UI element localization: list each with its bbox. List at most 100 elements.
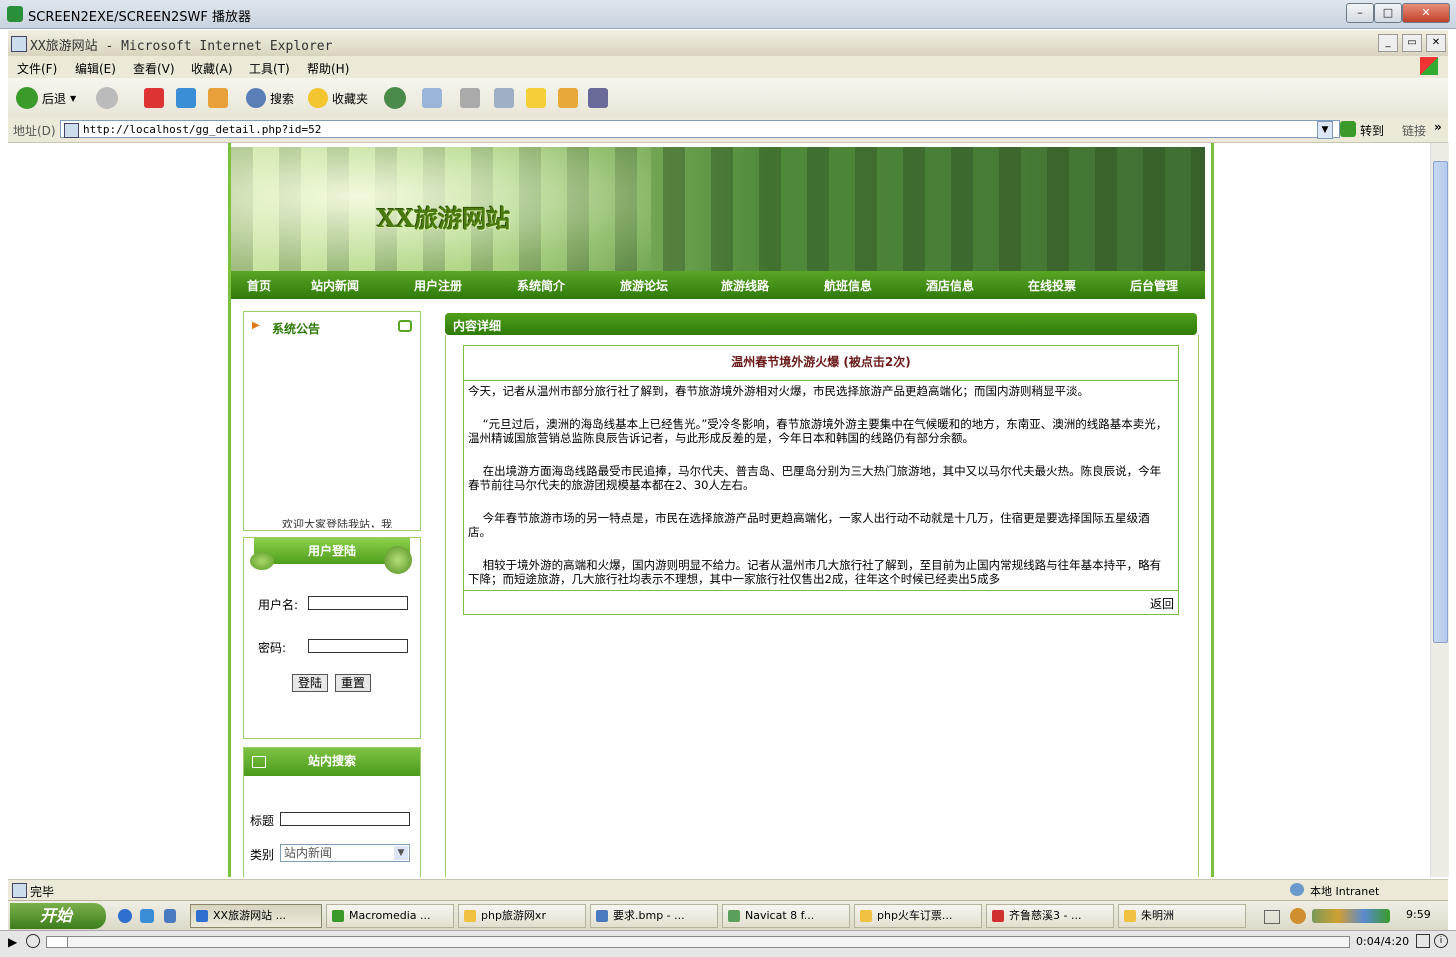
nav-news[interactable]: 站内新闻 xyxy=(311,277,359,294)
task-ie[interactable]: XX旅游网站 ... xyxy=(190,904,322,928)
menu-favorites[interactable]: 收藏(A) xyxy=(191,60,233,77)
menu-tools[interactable]: 工具(T) xyxy=(249,60,290,77)
search-button[interactable]: 搜索 xyxy=(246,86,294,110)
nav-flights[interactable]: 航班信息 xyxy=(824,277,872,294)
search-title-label: 标题 xyxy=(250,814,275,828)
category-select[interactable]: 站内新闻 ▼ xyxy=(280,844,410,862)
task-bmp[interactable]: 要求.bmp - ... xyxy=(590,904,718,928)
progress-fill xyxy=(47,937,68,947)
article-paragraph: 在出境游方面海岛线路最受市民追捧，马尔代夫、普吉岛、巴厘岛分别为三大热门旅游地，… xyxy=(468,464,1162,492)
print-icon xyxy=(460,88,480,108)
search-title-input[interactable] xyxy=(280,812,410,826)
discuss-button[interactable] xyxy=(526,86,546,110)
desktop-quicklaunch-icon[interactable] xyxy=(140,909,154,923)
menu-file[interactable]: 文件(F) xyxy=(17,60,57,77)
book-icon xyxy=(558,88,578,108)
go-button[interactable]: 转到 xyxy=(1360,122,1384,139)
task-folder-train[interactable]: php火车订票... xyxy=(854,904,982,928)
notice-heading: 系统公告 xyxy=(272,322,321,336)
windows-logo-icon xyxy=(1420,57,1438,75)
go-arrow-icon[interactable] xyxy=(1340,121,1356,137)
site-container: XX旅游网站 首页 站内新闻 用户注册 系统简介 旅游论坛 旅游线路 航班信息 … xyxy=(228,143,1214,877)
refresh-icon xyxy=(176,88,196,108)
play-icon[interactable]: ▶ xyxy=(8,935,17,949)
messenger-icon xyxy=(588,88,608,108)
edit-button[interactable] xyxy=(494,86,514,110)
nav-about[interactable]: 系统简介 xyxy=(517,277,565,294)
reset-button[interactable]: 重置 xyxy=(335,674,371,692)
nav-vote[interactable]: 在线投票 xyxy=(1028,277,1076,294)
fullscreen-icon[interactable] xyxy=(1416,934,1430,948)
nav-routes[interactable]: 旅游线路 xyxy=(721,277,769,294)
menu-help[interactable]: 帮助(H) xyxy=(307,60,349,77)
print-button[interactable] xyxy=(460,86,480,110)
nav-admin[interactable]: 后台管理 xyxy=(1130,277,1178,294)
login-panel: 用户登陆 用户名: 密码: 登陆 重置 xyxy=(243,537,421,739)
vertical-scrollbar[interactable] xyxy=(1430,143,1449,877)
folder-icon xyxy=(860,910,872,922)
forward-arrow-icon xyxy=(96,87,118,109)
ie-window-title: XX旅游网站 - Microsoft Internet Explorer xyxy=(30,39,333,54)
chevron-down-icon[interactable]: ▼ xyxy=(70,94,76,103)
research-button[interactable] xyxy=(558,86,578,110)
start-button[interactable]: 开始 xyxy=(10,903,106,929)
address-dropdown-icon[interactable]: ▼ xyxy=(1317,121,1333,139)
search-heading: 站内搜索 xyxy=(244,748,420,776)
minimize-icon[interactable]: – xyxy=(1346,3,1374,23)
password-input[interactable] xyxy=(308,639,408,653)
messenger-button[interactable] xyxy=(588,86,608,110)
login-button[interactable]: 登陆 xyxy=(292,674,328,692)
info-icon[interactable]: i xyxy=(1434,934,1448,948)
links-button[interactable]: 链接 xyxy=(1402,122,1426,139)
tray-expand-icon[interactable] xyxy=(1290,908,1306,924)
menu-view[interactable]: 查看(V) xyxy=(133,60,175,77)
task-macromedia[interactable]: Macromedia ... xyxy=(326,904,454,928)
home-button[interactable] xyxy=(208,86,228,110)
history-button[interactable] xyxy=(384,86,406,110)
ie-close-icon[interactable]: ✕ xyxy=(1426,34,1446,52)
progress-bar[interactable] xyxy=(46,936,1350,948)
back-link[interactable]: 返回 xyxy=(1150,595,1174,612)
notice-marquee[interactable]: 欢迎大家登陆我站，我 xyxy=(282,516,392,528)
stop-button[interactable] xyxy=(144,86,164,110)
task-user[interactable]: 朱明洲 xyxy=(1118,904,1246,928)
address-input[interactable]: http://localhost/gg_detail.php?id=52 xyxy=(60,120,1340,138)
task-folder-php[interactable]: php旅游网xr xyxy=(458,904,586,928)
ie-restore-icon[interactable]: ▭ xyxy=(1402,34,1422,52)
username-input[interactable] xyxy=(308,596,408,610)
page-viewport: XX旅游网站 首页 站内新闻 用户注册 系统简介 旅游论坛 旅游线路 航班信息 … xyxy=(8,143,1428,877)
refresh-button[interactable] xyxy=(176,86,196,110)
ie-minimize-icon[interactable]: _ xyxy=(1378,34,1398,52)
favorites-button[interactable]: 收藏夹 xyxy=(308,86,368,110)
mail-button[interactable] xyxy=(422,86,442,110)
search-category-label: 类别 xyxy=(250,848,275,862)
more-icon[interactable] xyxy=(398,320,412,332)
maximize-icon[interactable]: □ xyxy=(1374,3,1402,23)
menu-edit[interactable]: 编辑(E) xyxy=(75,60,116,77)
player-title: SCREEN2EXE/SCREEN2SWF 播放器 xyxy=(28,10,251,25)
task-navicat[interactable]: Navicat 8 f... xyxy=(722,904,850,928)
history-icon xyxy=(384,87,406,109)
back-button[interactable]: 后退 ▼ xyxy=(16,86,76,110)
keyboard-icon[interactable] xyxy=(1264,910,1280,924)
intranet-icon xyxy=(1290,883,1304,896)
task-chat[interactable]: 齐鲁慈溪3 - ... xyxy=(986,904,1114,928)
ie-quicklaunch-icon[interactable] xyxy=(118,909,132,923)
nav-forum[interactable]: 旅游论坛 xyxy=(620,277,668,294)
tray-icons[interactable] xyxy=(1312,909,1390,923)
nav-register[interactable]: 用户注册 xyxy=(414,277,462,294)
chevron-right-icon[interactable]: » xyxy=(1434,120,1442,134)
scroll-thumb[interactable] xyxy=(1433,161,1448,643)
nav-home[interactable]: 首页 xyxy=(247,277,271,294)
stop-playback-icon[interactable] xyxy=(26,934,40,948)
search-panel: 站内搜索 标题 类别 站内新闻 ▼ xyxy=(243,747,421,877)
forward-button[interactable] xyxy=(96,86,118,110)
site-nav: 首页 站内新闻 用户注册 系统简介 旅游论坛 旅游线路 航班信息 酒店信息 在线… xyxy=(231,271,1205,299)
article-footer: 返回 xyxy=(464,590,1178,615)
bullet-arrow-icon: ▶ xyxy=(252,320,260,331)
chevron-down-icon[interactable]: ▼ xyxy=(394,846,408,860)
close-icon[interactable]: ✕ xyxy=(1402,3,1450,23)
media-quicklaunch-icon[interactable] xyxy=(164,909,176,923)
note-icon xyxy=(526,88,546,108)
nav-hotels[interactable]: 酒店信息 xyxy=(926,277,974,294)
